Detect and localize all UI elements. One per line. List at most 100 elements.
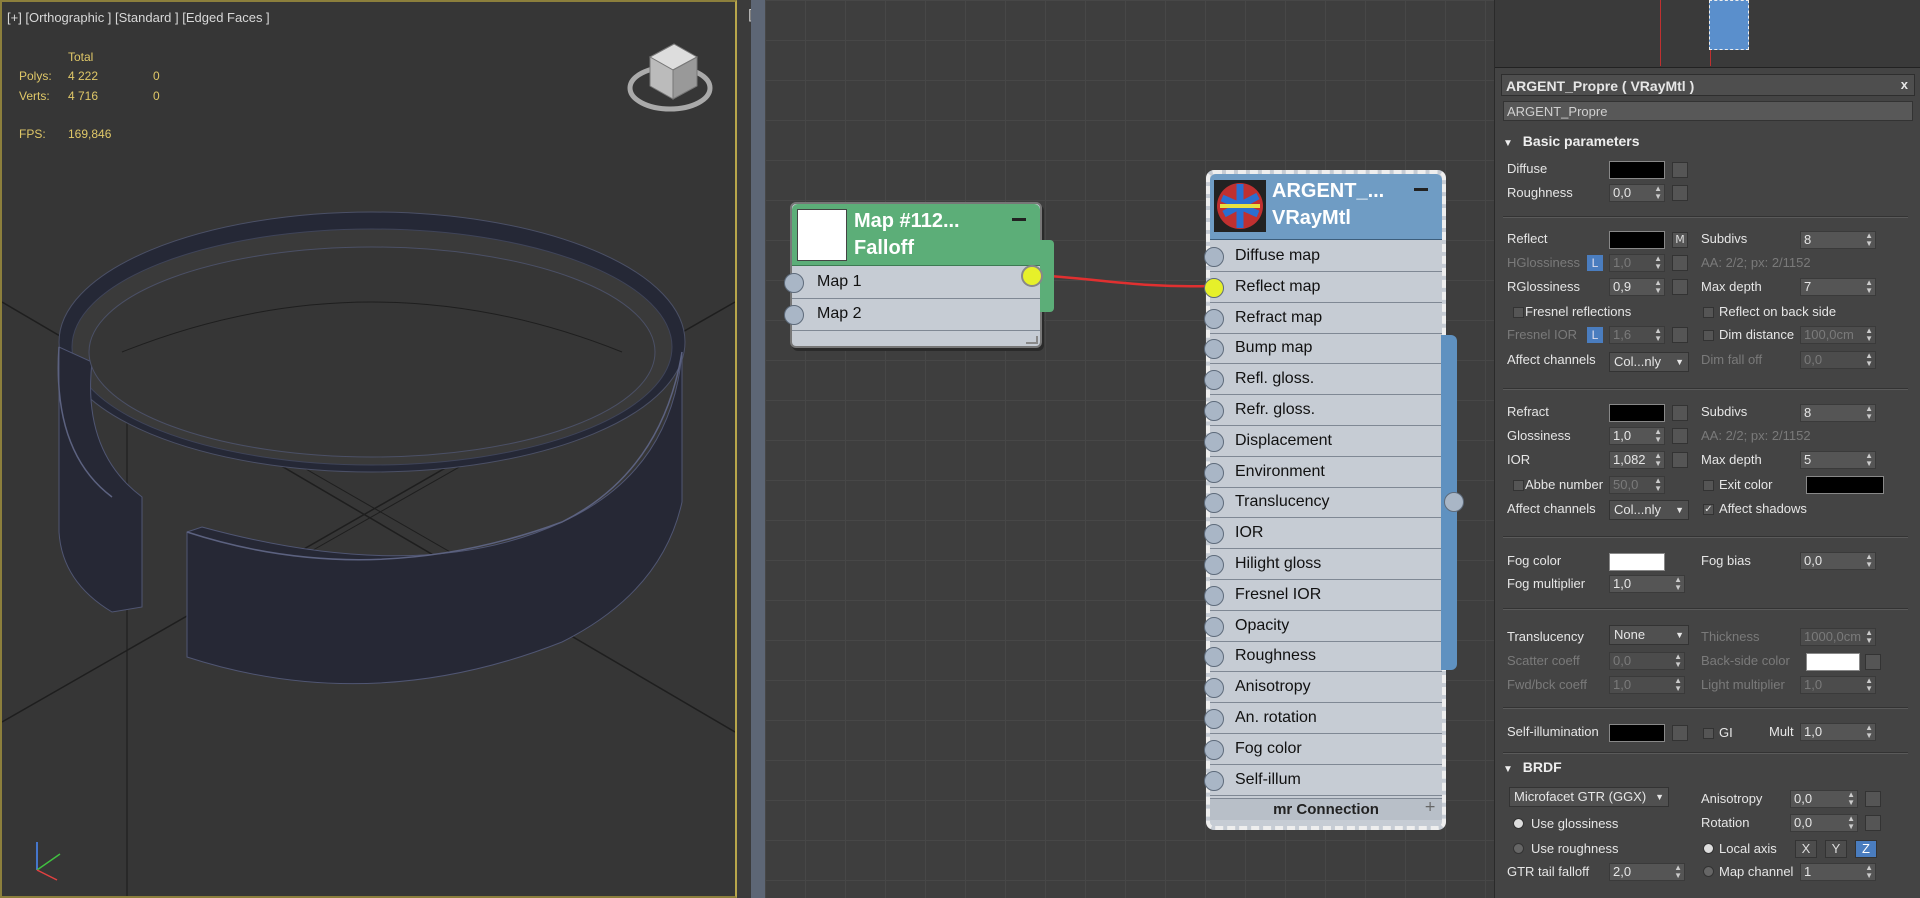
axis-x-button[interactable]: X [1795, 840, 1817, 858]
vraymtl-slot-an-rotation[interactable]: An. rotation [1204, 704, 1442, 734]
ior-map-button[interactable] [1672, 452, 1688, 468]
ior-spinner[interactable]: 1,082 ▲ ▼ [1609, 451, 1665, 469]
vraymtl-slot-environment[interactable]: Environment [1204, 457, 1442, 488]
vraymtl-slot-opacity[interactable]: Opacity [1204, 611, 1442, 642]
hglossiness-lock-button[interactable]: L [1587, 255, 1603, 271]
gtr-falloff-spinner[interactable]: 2,0 ▲ ▼ [1609, 863, 1685, 881]
abbe-spinner[interactable]: 50,0 ▲ ▼ [1609, 476, 1665, 494]
slate-node-editor[interactable]: Map #112... Falloff Map 1 Map 2 ARGENT_.… [765, 0, 1494, 898]
vraymtl-slot-bump-map[interactable]: Bump map [1204, 334, 1442, 365]
fresnel-ior-spinner[interactable]: 1,6 ▲ ▼ [1609, 326, 1665, 344]
thickness-spinner[interactable]: 1000,0cm ▲ ▼ [1800, 628, 1876, 646]
refract-max-depth-spinner[interactable]: 5 ▲ ▼ [1800, 451, 1876, 469]
rglossiness-map-button[interactable] [1672, 279, 1688, 295]
fresnel-checkbox[interactable] [1513, 307, 1524, 318]
mult-spinner[interactable]: 1,0 ▲ ▼ [1800, 723, 1876, 741]
use-roughness-radio[interactable] [1513, 843, 1524, 854]
fwd-bck-spinner[interactable]: 1,0 ▲ ▼ [1609, 676, 1685, 694]
vraymtl-slot-ior[interactable]: IOR [1204, 519, 1442, 550]
abbe-checkbox[interactable] [1513, 480, 1524, 491]
slot-input-socket[interactable] [1204, 770, 1224, 791]
slot-input-socket[interactable] [1204, 585, 1224, 606]
slot-input-socket[interactable] [1204, 462, 1224, 483]
scatter-spinner[interactable]: 0,0 ▲ ▼ [1609, 652, 1685, 670]
map1-socket[interactable] [784, 273, 804, 293]
fresnel-ior-map-button[interactable] [1672, 327, 1688, 343]
falloff-node-header[interactable]: Map #112... Falloff [792, 204, 1040, 266]
reflect-map-button[interactable]: M [1672, 232, 1688, 248]
vraymtl-slot-self-illum[interactable]: Self-illum [1204, 765, 1442, 796]
material-name-field[interactable]: ARGENT_Propre [1503, 101, 1913, 121]
slot-input-socket[interactable] [1204, 401, 1224, 421]
affect-channels-dropdown[interactable]: Col...nly ▼ [1609, 352, 1689, 372]
reflect-max-depth-spinner[interactable]: 7 ▲ ▼ [1800, 278, 1876, 296]
viewport-label[interactable]: [+] [Orthographic ] [Standard ] [Edged F… [7, 10, 270, 25]
refract-map-button[interactable] [1672, 405, 1688, 421]
slot-input-socket[interactable] [1204, 739, 1224, 760]
falloff-slot-map1[interactable]: Map 1 [784, 268, 1040, 299]
reflect-back-checkbox[interactable] [1703, 307, 1714, 318]
slot-input-socket[interactable] [1204, 555, 1224, 575]
vraymtl-slot-diffuse-map[interactable]: Diffuse map [1204, 242, 1442, 272]
node-editor-scrollbar[interactable] [751, 0, 765, 898]
backside-map-button[interactable] [1865, 654, 1881, 670]
rotation-map-button[interactable] [1865, 815, 1881, 831]
falloff-collapse-icon[interactable] [1012, 218, 1026, 221]
diffuse-color-swatch[interactable] [1609, 161, 1665, 179]
hglossiness-spinner[interactable]: 1,0 ▲ ▼ [1609, 254, 1665, 272]
anisotropy-spinner[interactable]: 0,0 ▲ ▼ [1790, 790, 1858, 808]
affect-shadows-checkbox[interactable]: ✓ [1703, 504, 1714, 515]
slot-input-socket[interactable] [1204, 709, 1224, 729]
vraymtl-slot-refl-gloss[interactable]: Refl. gloss. [1204, 365, 1442, 396]
map2-socket[interactable] [784, 305, 804, 325]
mr-connection-footer[interactable]: mr Connection + [1210, 798, 1442, 820]
slot-input-socket[interactable] [1204, 247, 1224, 267]
rotation-spinner[interactable]: 0,0 ▲ ▼ [1790, 814, 1858, 832]
exit-color-checkbox[interactable] [1703, 480, 1714, 491]
fresnel-ior-lock-button[interactable]: L [1587, 327, 1603, 343]
vraymtl-slot-fog-color[interactable]: Fog color [1204, 734, 1442, 765]
falloff-slot-map2[interactable]: Map 2 [784, 300, 1040, 331]
slot-input-socket[interactable] [1204, 277, 1224, 298]
self-illum-map-button[interactable] [1672, 725, 1688, 741]
rglossiness-spinner[interactable]: 0,9 ▲ ▼ [1609, 278, 1665, 296]
dim-distance-spinner[interactable]: 100,0cm ▲ ▼ [1800, 326, 1876, 344]
roughness-spinner[interactable]: 0,0 ▲ ▼ [1609, 184, 1665, 202]
vraymtl-slot-fresnel-ior[interactable]: Fresnel IOR [1204, 580, 1442, 611]
light-mult-spinner[interactable]: 1,0 ▲ ▼ [1800, 676, 1876, 694]
close-icon[interactable]: x [1901, 77, 1908, 92]
refract-affect-dropdown[interactable]: Col...nly ▼ [1609, 500, 1689, 520]
basic-parameters-header[interactable]: ▼ Basic parameters [1503, 133, 1912, 155]
preview-swatch[interactable] [1709, 0, 1749, 50]
rollout-title-bar[interactable]: ARGENT_Propre ( VRayMtl ) x [1501, 74, 1915, 96]
brdf-header[interactable]: ▼ BRDF [1503, 759, 1912, 781]
vraymtl-output-socket[interactable] [1444, 492, 1464, 512]
map-channel-spinner[interactable]: 1 ▲ ▼ [1800, 863, 1876, 881]
refract-subdivs-spinner[interactable]: 8 ▲ ▼ [1800, 404, 1876, 422]
falloff-output-socket[interactable] [1021, 265, 1043, 287]
falloff-map-node[interactable]: Map #112... Falloff Map 1 Map 2 [784, 202, 1054, 348]
slot-input-socket[interactable] [1204, 339, 1224, 360]
brdf-type-dropdown[interactable]: Microfacet GTR (GGX) ▼ [1509, 787, 1669, 807]
vraymtl-slot-refract-map[interactable]: Refract map [1204, 303, 1442, 334]
diffuse-map-button[interactable] [1672, 162, 1688, 178]
vraymtl-slot-refr-gloss[interactable]: Refr. gloss. [1204, 396, 1442, 426]
axis-y-button[interactable]: Y [1825, 840, 1847, 858]
vraymtl-node-header[interactable]: ARGENT_... VRayMtl [1210, 174, 1442, 240]
refract-color-swatch[interactable] [1609, 404, 1665, 422]
viewcube-icon[interactable] [627, 43, 713, 112]
vraymtl-node[interactable]: ARGENT_... VRayMtl Diffuse map Reflect ma… [1204, 170, 1446, 830]
use-glossiness-radio[interactable] [1513, 818, 1524, 829]
fog-bias-spinner[interactable]: 0,0 ▲ ▼ [1800, 552, 1876, 570]
fog-mult-spinner[interactable]: 1,0 ▲ ▼ [1609, 575, 1685, 593]
vraymtl-slot-translucency[interactable]: Translucency [1204, 488, 1442, 519]
slot-input-socket[interactable] [1204, 678, 1224, 699]
dim-distance-checkbox[interactable] [1703, 330, 1714, 341]
fog-color-swatch[interactable] [1609, 553, 1665, 571]
hglossiness-map-button[interactable] [1672, 255, 1688, 271]
slot-input-socket[interactable] [1204, 370, 1224, 391]
reflect-subdivs-spinner[interactable]: 8 ▲ ▼ [1800, 231, 1876, 249]
self-illum-swatch[interactable] [1609, 724, 1665, 742]
slot-input-socket[interactable] [1204, 431, 1224, 452]
local-axis-radio[interactable] [1703, 843, 1714, 854]
